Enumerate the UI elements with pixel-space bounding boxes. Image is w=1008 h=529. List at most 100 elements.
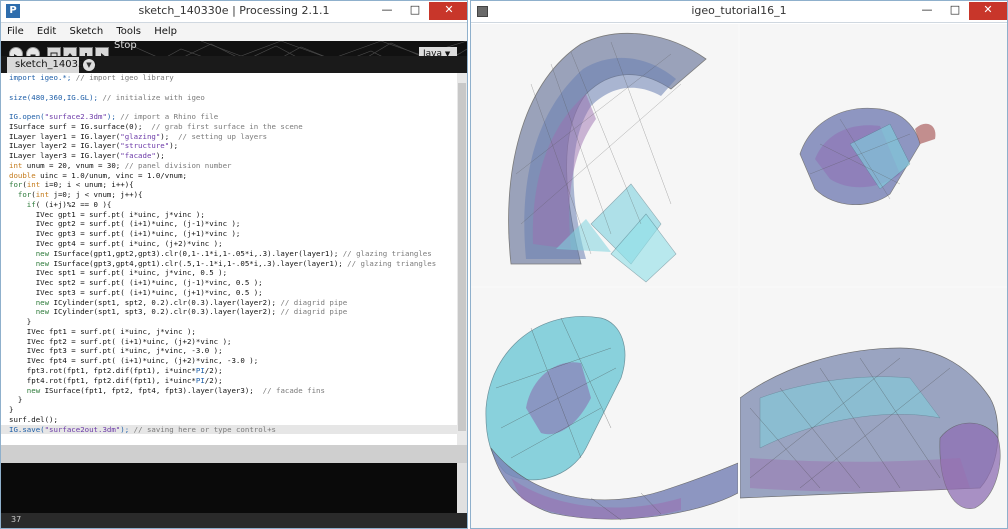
viewport-perspective-1[interactable]	[471, 24, 738, 286]
code-line[interactable]: fpt3.rot(fpt1, fpt2.dif(fpt1), i*uinc*PI…	[1, 366, 457, 376]
sketch-maximize-button[interactable]: □	[941, 2, 969, 20]
code-line[interactable]: double uinc = 1.0/unum, vinc = 1.0/vnum;	[1, 171, 457, 181]
code-token: }	[9, 405, 14, 415]
code-token: // glazing triangles	[347, 258, 437, 268]
code-token: double	[9, 170, 36, 180]
viewport-perspective-4[interactable]	[740, 288, 1007, 528]
code-token: ILayer layer2 = IG.layer(	[9, 141, 121, 151]
code-line[interactable]: ILayer layer1 = IG.layer("glazing"); // …	[1, 132, 457, 142]
code-token: IVec gpt2 = surf.pt( (i+1)*uinc, (j-1)*v…	[9, 219, 241, 229]
code-line[interactable]: new ISurface(fpt1, fpt2, fpt4, fpt3).lay…	[1, 386, 457, 396]
code-token: IVec gpt4 = surf.pt( i*uinc, (j+2)*vinc …	[9, 239, 223, 249]
code-line[interactable]: ILayer layer3 = IG.layer("facade");	[1, 151, 457, 161]
code-token: ISurface(gpt3,gpt4,gpt1).clr(.5,1-.1*i,1…	[49, 258, 348, 268]
viewport-perspective-2[interactable]	[740, 24, 1007, 286]
code-line[interactable]: ISurface surf = IG.surface(0); // grab f…	[1, 122, 457, 132]
code-token: PI	[195, 365, 205, 375]
code-token: uinc = 1.0/unum, vinc = 1.0/vnum;	[35, 170, 187, 180]
code-token: ISurface(gpt1,gpt2,gpt3).clr(0,1-.1*i,1-…	[49, 248, 343, 258]
surface-render-1	[508, 33, 707, 283]
code-token: IVec fpt4 = surf.pt( (i+1)*uinc, (j+2)*v…	[9, 356, 259, 366]
code-token: surf.del();	[9, 414, 58, 424]
code-line[interactable]: surf.del();	[1, 415, 457, 425]
code-line[interactable]: IVec spt2 = surf.pt( (i+1)*uinc, (j-1)*v…	[1, 278, 457, 288]
code-editor[interactable]: import igeo.*; // import igeo library si…	[1, 73, 457, 445]
code-line[interactable]: }	[1, 405, 457, 415]
code-line[interactable]: new ICylinder(spt1, spt2, 0.2).clr(0.3).…	[1, 298, 457, 308]
code-token: j=0; j < vnum; j++){	[49, 190, 143, 200]
code-token: size(480,360,IG.GL);	[9, 92, 103, 102]
code-token: new	[9, 297, 50, 307]
code-line[interactable]: new ICylinder(spt1, spt3, 0.2).clr(0.3).…	[1, 307, 457, 317]
code-line[interactable]: import igeo.*; // import igeo library	[1, 73, 457, 83]
code-line[interactable]: IVec gpt2 = surf.pt( (i+1)*uinc, (j-1)*v…	[1, 219, 457, 229]
code-token: );	[155, 151, 165, 161]
code-token: ISurface(fpt1, fpt2, fpt4, fpt3).layer(l…	[40, 385, 263, 395]
code-line[interactable]: IG.save("surface2out.3dm"); // saving he…	[1, 424, 457, 435]
console-scrollbar[interactable]	[457, 463, 467, 513]
sketch-close-button[interactable]: ✕	[969, 2, 1007, 20]
sketch-canvas[interactable]	[471, 24, 1007, 528]
code-token: "surface2out.3dm"	[44, 424, 121, 434]
code-line[interactable]: IVec fpt4 = surf.pt( (i+1)*uinc, (j+2)*v…	[1, 356, 457, 366]
menu-file[interactable]: File	[1, 23, 28, 37]
menu-tools[interactable]: Tools	[110, 23, 145, 37]
code-token: }	[9, 395, 23, 405]
close-button[interactable]: ✕	[429, 2, 467, 20]
code-token: // saving here or type control+s	[133, 424, 277, 434]
code-line[interactable]: IVec fpt2 = surf.pt( (i+1)*uinc, (j+2)*v…	[1, 337, 457, 347]
menu-help[interactable]: Help	[148, 23, 181, 37]
code-line[interactable]: size(480,360,IG.GL); // initialize with …	[1, 93, 457, 103]
code-token: ILayer layer3 = IG.layer(	[9, 151, 121, 161]
code-token: IVec fpt1 = surf.pt( i*uinc, j*vinc );	[9, 326, 196, 336]
code-line[interactable]: IVec gpt1 = surf.pt( i*uinc, j*vinc );	[1, 210, 457, 220]
code-line[interactable]	[1, 102, 457, 112]
code-line[interactable]: IVec fpt1 = surf.pt( i*uinc, j*vinc );	[1, 327, 457, 337]
menu-edit[interactable]: Edit	[31, 23, 60, 37]
code-token: for	[9, 190, 32, 200]
sketch-minimize-button[interactable]: —	[913, 2, 941, 20]
code-line[interactable]: }	[1, 317, 457, 327]
code-token: import igeo.*;	[9, 73, 76, 82]
code-line[interactable]: fpt4.rot(fpt1, fpt2.dif(fpt1), i*uinc*PI…	[1, 376, 457, 386]
code-line[interactable]	[1, 83, 457, 93]
editor-scroll-thumb[interactable]	[458, 83, 466, 431]
code-token: IVec fpt2 = surf.pt( (i+1)*uinc, (j+2)*v…	[9, 336, 232, 346]
code-line[interactable]: for(int j=0; j < vnum; j++){	[1, 190, 457, 200]
code-token: "glazing"	[120, 131, 161, 141]
code-line[interactable]: IVec spt1 = surf.pt( i*uinc, j*vinc, 0.5…	[1, 268, 457, 278]
code-line[interactable]: IVec gpt4 = surf.pt( i*uinc, (j+2)*vinc …	[1, 239, 457, 249]
code-line[interactable]: ILayer layer2 = IG.layer("structure");	[1, 141, 457, 151]
code-line[interactable]: IVec gpt3 = surf.pt( (i+1)*uinc, (j+1)*v…	[1, 229, 457, 239]
code-token: );	[106, 112, 121, 122]
code-line[interactable]: new ISurface(gpt3,gpt4,gpt1).clr(.5,1-.1…	[1, 259, 457, 269]
code-token: /2);	[204, 375, 223, 385]
minimize-button[interactable]: —	[373, 2, 401, 20]
code-token: new	[9, 385, 41, 395]
code-line[interactable]: int unum = 20, vnum = 30; // panel divis…	[1, 161, 457, 171]
tab-sketch[interactable]: sketch_140330e	[7, 57, 97, 73]
code-line[interactable]: if( (i+j)%2 == 0 ){	[1, 200, 457, 210]
code-token: // setting up layers	[178, 131, 268, 141]
code-line[interactable]: IVec spt3 = surf.pt( (i+1)*uinc, (j+1)*v…	[1, 288, 457, 298]
code-token: if	[9, 199, 36, 209]
code-line[interactable]: IVec fpt3 = surf.pt( i*uinc, j*vinc, -3.…	[1, 346, 457, 356]
code-token: PI	[195, 375, 205, 385]
surface-render-2	[799, 107, 936, 205]
code-line[interactable]: IG.open("surface2.3dm"); // import a Rhi…	[1, 112, 457, 122]
code-line[interactable]: for(int i=0; i < unum; i++){	[1, 180, 457, 190]
code-token: IVec gpt3 = surf.pt( (i+1)*uinc, (j+1)*v…	[9, 229, 241, 239]
code-token: // diagrid pipe	[280, 307, 348, 317]
menu-sketch[interactable]: Sketch	[63, 23, 107, 37]
code-token: new	[9, 248, 50, 258]
viewport-perspective-3[interactable]	[471, 288, 738, 528]
code-token: ILayer layer1 = IG.layer(	[9, 131, 121, 141]
menu-bar: File Edit Sketch Tools Help	[1, 23, 467, 41]
maximize-button[interactable]: □	[401, 2, 429, 20]
tab-menu-arrow-icon[interactable]: ▼	[83, 59, 95, 71]
console-area[interactable]	[1, 463, 457, 513]
code-line[interactable]: }	[1, 395, 457, 405]
code-token: IVec spt3 = surf.pt( (i+1)*uinc, (j+1)*v…	[9, 287, 263, 297]
sketch-window: igeo_tutorial16_1 — □ ✕	[470, 0, 1008, 529]
code-line[interactable]: new ISurface(gpt1,gpt2,gpt3).clr(0,1-.1*…	[1, 249, 457, 259]
